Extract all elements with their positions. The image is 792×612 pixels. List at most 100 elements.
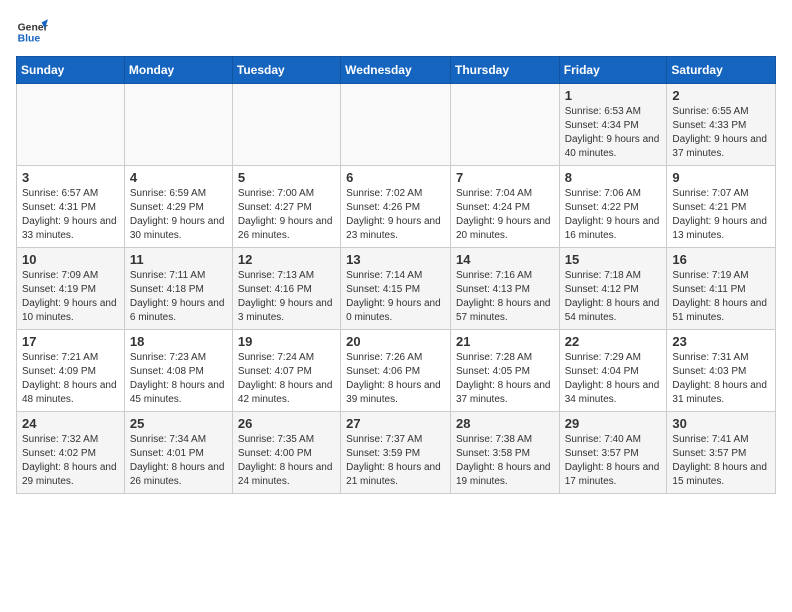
calendar-cell: 26Sunrise: 7:35 AMSunset: 4:00 PMDayligh… [232, 412, 340, 494]
day-info: Sunrise: 7:14 AMSunset: 4:15 PMDaylight:… [346, 269, 445, 325]
calendar-cell: 15 Sunrise: 7:18 AMSunset: 4:12 PMDayligh… [559, 248, 667, 330]
calendar-cell: 6 Sunrise: 7:02 AMSunset: 4:26 PMDaylight… [341, 166, 451, 248]
day-info: Sunrise: 7:28 AMSunset: 4:05 PMDaylight:… [456, 351, 554, 407]
day-number: 10 [22, 252, 119, 267]
calendar-cell: 29 Sunrise: 7:40 AMSunset: 3:57 PMDayligh… [559, 412, 667, 494]
day-number: 18 [130, 334, 227, 349]
calendar-cell: 22 Sunrise: 7:29 AMSunset: 4:04 PMDayligh… [559, 330, 667, 412]
day-number: 28 [456, 416, 554, 431]
day-number: 22 [565, 334, 662, 349]
day-number: 17 [22, 334, 119, 349]
day-number: 3 [22, 170, 119, 185]
day-info: Sunrise: 7:11 AMSunset: 4:18 PMDaylight:… [130, 269, 227, 325]
day-info: Sunrise: 7:34 AMSunset: 4:01 PMDaylight:… [130, 433, 227, 489]
calendar-cell [124, 84, 232, 166]
page-header: General Blue [16, 16, 776, 48]
day-info: Sunrise: 7:06 AMSunset: 4:22 PMDaylight:… [565, 187, 662, 243]
calendar-cell: 1Sunrise: 6:53 AMSunset: 4:34 PMDaylight… [559, 84, 667, 166]
calendar-cell: 10 Sunrise: 7:09 AMSunset: 4:19 PMDayligh… [17, 248, 125, 330]
calendar-cell: 11 Sunrise: 7:11 AMSunset: 4:18 PMDayligh… [124, 248, 232, 330]
weekday-header-monday: Monday [124, 57, 232, 84]
calendar-cell: 24 Sunrise: 7:32 AMSunset: 4:02 PMDayligh… [17, 412, 125, 494]
day-info: Sunrise: 7:40 AMSunset: 3:57 PMDaylight:… [565, 433, 662, 489]
day-number: 19 [238, 334, 335, 349]
day-number: 30 [672, 416, 770, 431]
calendar-cell: 20 Sunrise: 7:26 AMSunset: 4:06 PMDayligh… [341, 330, 451, 412]
day-number: 29 [565, 416, 662, 431]
day-number: 25 [130, 416, 227, 431]
calendar-cell: 18Sunrise: 7:23 AMSunset: 4:08 PMDayligh… [124, 330, 232, 412]
calendar-cell: 2Sunrise: 6:55 AMSunset: 4:33 PMDaylight… [667, 84, 776, 166]
calendar-cell [17, 84, 125, 166]
calendar-cell: 17Sunrise: 7:21 AMSunset: 4:09 PMDayligh… [17, 330, 125, 412]
day-info: Sunrise: 7:35 AMSunset: 4:00 PMDaylight:… [238, 433, 335, 489]
calendar-cell: 7Sunrise: 7:04 AMSunset: 4:24 PMDaylight… [450, 166, 559, 248]
calendar-week-2: 3Sunrise: 6:57 AMSunset: 4:31 PMDaylight… [17, 166, 776, 248]
day-number: 14 [456, 252, 554, 267]
calendar-week-3: 10 Sunrise: 7:09 AMSunset: 4:19 PMDayligh… [17, 248, 776, 330]
calendar-cell: 4 Sunrise: 6:59 AMSunset: 4:29 PMDaylight… [124, 166, 232, 248]
day-number: 24 [22, 416, 119, 431]
weekday-header-friday: Friday [559, 57, 667, 84]
calendar-cell: 5 Sunrise: 7:00 AMSunset: 4:27 PMDaylight… [232, 166, 340, 248]
weekday-header-saturday: Saturday [667, 57, 776, 84]
day-number: 13 [346, 252, 445, 267]
day-info: Sunrise: 7:02 AMSunset: 4:26 PMDaylight:… [346, 187, 445, 243]
calendar-cell [341, 84, 451, 166]
svg-text:Blue: Blue [18, 34, 41, 45]
calendar-cell [232, 84, 340, 166]
day-number: 20 [346, 334, 445, 349]
day-number: 2 [672, 88, 770, 103]
day-info: Sunrise: 6:59 AMSunset: 4:29 PMDaylight:… [130, 187, 227, 243]
calendar-cell: 13 Sunrise: 7:14 AMSunset: 4:15 PMDayligh… [341, 248, 451, 330]
day-number: 16 [672, 252, 770, 267]
day-info: Sunrise: 7:41 AMSunset: 3:57 PMDaylight:… [672, 433, 770, 489]
day-number: 8 [565, 170, 662, 185]
day-info: Sunrise: 7:29 AMSunset: 4:04 PMDaylight:… [565, 351, 662, 407]
calendar-table: SundayMondayTuesdayWednesdayThursdayFrid… [16, 56, 776, 494]
day-number: 5 [238, 170, 335, 185]
day-info: Sunrise: 7:32 AMSunset: 4:02 PMDaylight:… [22, 433, 119, 489]
calendar-week-5: 24 Sunrise: 7:32 AMSunset: 4:02 PMDayligh… [17, 412, 776, 494]
day-number: 27 [346, 416, 445, 431]
weekday-header-sunday: Sunday [17, 57, 125, 84]
day-number: 4 [130, 170, 227, 185]
day-number: 12 [238, 252, 335, 267]
day-info: Sunrise: 7:19 AMSunset: 4:11 PMDaylight:… [672, 269, 770, 325]
calendar-cell: 27 Sunrise: 7:37 AMSunset: 3:59 PMDayligh… [341, 412, 451, 494]
day-info: Sunrise: 7:38 AMSunset: 3:58 PMDaylight:… [456, 433, 554, 489]
day-info: Sunrise: 7:18 AMSunset: 4:12 PMDaylight:… [565, 269, 662, 325]
calendar-cell: 9 Sunrise: 7:07 AMSunset: 4:21 PMDaylight… [667, 166, 776, 248]
calendar-cell: 14 Sunrise: 7:16 AMSunset: 4:13 PMDayligh… [450, 248, 559, 330]
day-info: Sunrise: 7:26 AMSunset: 4:06 PMDaylight:… [346, 351, 445, 407]
day-number: 15 [565, 252, 662, 267]
day-number: 11 [130, 252, 227, 267]
day-number: 6 [346, 170, 445, 185]
weekday-header-thursday: Thursday [450, 57, 559, 84]
logo-icon: General Blue [16, 16, 48, 48]
calendar-cell: 30 Sunrise: 7:41 AMSunset: 3:57 PMDayligh… [667, 412, 776, 494]
day-info: Sunrise: 7:37 AMSunset: 3:59 PMDaylight:… [346, 433, 445, 489]
calendar-cell: 25 Sunrise: 7:34 AMSunset: 4:01 PMDayligh… [124, 412, 232, 494]
calendar-cell: 8 Sunrise: 7:06 AMSunset: 4:22 PMDaylight… [559, 166, 667, 248]
calendar-cell: 28 Sunrise: 7:38 AMSunset: 3:58 PMDayligh… [450, 412, 559, 494]
logo: General Blue [16, 16, 48, 48]
day-info: Sunrise: 7:00 AMSunset: 4:27 PMDaylight:… [238, 187, 335, 243]
weekday-header-wednesday: Wednesday [341, 57, 451, 84]
day-info: Sunrise: 7:07 AMSunset: 4:21 PMDaylight:… [672, 187, 770, 243]
day-info: Sunrise: 7:09 AMSunset: 4:19 PMDaylight:… [22, 269, 119, 325]
weekday-header-tuesday: Tuesday [232, 57, 340, 84]
calendar-week-1: 1Sunrise: 6:53 AMSunset: 4:34 PMDaylight… [17, 84, 776, 166]
calendar-week-4: 17Sunrise: 7:21 AMSunset: 4:09 PMDayligh… [17, 330, 776, 412]
day-number: 7 [456, 170, 554, 185]
day-number: 23 [672, 334, 770, 349]
calendar-header-row: SundayMondayTuesdayWednesdayThursdayFrid… [17, 57, 776, 84]
calendar-cell: 21Sunrise: 7:28 AMSunset: 4:05 PMDayligh… [450, 330, 559, 412]
calendar-cell: 16 Sunrise: 7:19 AMSunset: 4:11 PMDayligh… [667, 248, 776, 330]
day-info: Sunrise: 7:31 AMSunset: 4:03 PMDaylight:… [672, 351, 770, 407]
calendar-cell: 23 Sunrise: 7:31 AMSunset: 4:03 PMDayligh… [667, 330, 776, 412]
calendar-cell [450, 84, 559, 166]
day-info: Sunrise: 7:16 AMSunset: 4:13 PMDaylight:… [456, 269, 554, 325]
day-number: 1 [565, 88, 662, 103]
day-number: 9 [672, 170, 770, 185]
